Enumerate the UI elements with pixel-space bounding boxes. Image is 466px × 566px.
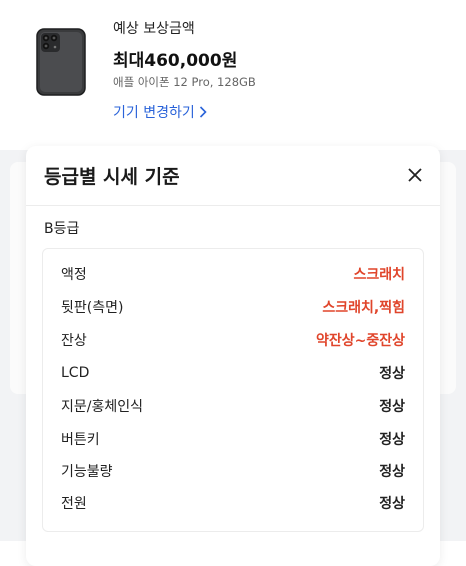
criteria-value: 정상 (379, 432, 405, 448)
modal-title: 등급별 시세 기준 (44, 166, 180, 188)
grade-label: B등급 (44, 221, 80, 237)
estimate-summary: 예상 보상금액 최대460,000원 애플 아이폰 12 Pro, 128GB … (0, 0, 466, 150)
criteria-key: 기능불량 (61, 464, 113, 480)
criteria-key: 지문/홍체인식 (61, 399, 143, 415)
grade-criteria-modal: 등급별 시세 기준 B등급 액정 스크래치 뒷판(측면) 스크래치,찍힘 잔상 … (26, 146, 440, 566)
criteria-value: 정상 (379, 496, 405, 512)
criteria-row: 뒷판(측면) 스크래치,찍힘 (61, 297, 405, 317)
criteria-value: 정상 (379, 464, 405, 480)
criteria-row: 기능불량 정상 (61, 461, 405, 481)
criteria-value: 정상 (379, 366, 405, 382)
criteria-value: 정상 (379, 399, 405, 415)
criteria-row: 전원 정상 (61, 493, 405, 513)
criteria-value: 스크래치,찍힘 (322, 300, 405, 316)
change-device-link[interactable]: 기기 변경하기 (113, 102, 207, 122)
device-model: 애플 아이폰 12 Pro, 128GB (113, 75, 256, 89)
change-device-label: 기기 변경하기 (113, 105, 195, 121)
criteria-key: 잔상 (61, 333, 87, 349)
criteria-key: 전원 (61, 496, 87, 512)
criteria-key: 뒷판(측면) (61, 300, 124, 316)
modal-header: 등급별 시세 기준 (26, 146, 440, 206)
criteria-row: 잔상 약잔상~중잔상 (61, 330, 405, 350)
criteria-row: 액정 스크래치 (61, 264, 405, 284)
phone-thumbnail (36, 28, 86, 96)
estimate-amount: 최대460,000원 (113, 51, 238, 71)
criteria-key: 버튼키 (61, 432, 100, 448)
criteria-key: 액정 (61, 267, 87, 283)
criteria-row: LCD 정상 (61, 363, 405, 383)
criteria-row: 버튼키 정상 (61, 429, 405, 449)
criteria-row: 지문/홍체인식 정상 (61, 396, 405, 416)
chevron-right-icon (199, 106, 207, 118)
criteria-list: 액정 스크래치 뒷판(측면) 스크래치,찍힘 잔상 약잔상~중잔상 LCD 정상… (42, 248, 424, 532)
close-icon[interactable] (404, 164, 426, 186)
criteria-key: LCD (61, 365, 90, 381)
estimate-label: 예상 보상금액 (113, 21, 195, 37)
criteria-value: 스크래치 (353, 267, 405, 283)
criteria-value: 약잔상~중잔상 (315, 333, 405, 349)
